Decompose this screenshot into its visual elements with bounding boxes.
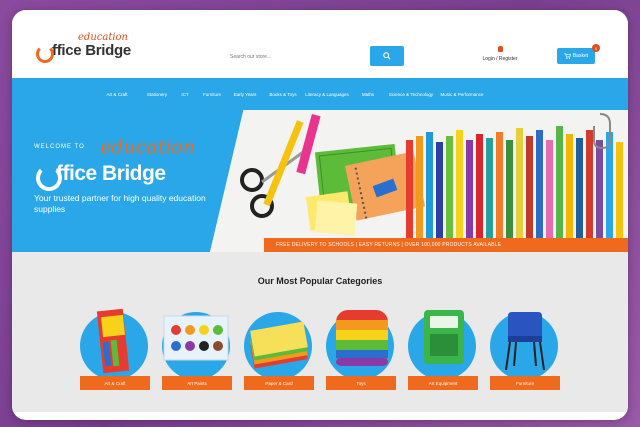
- category-art-paints[interactable]: Art Paints: [162, 300, 234, 390]
- hero-text-panel: WELCOME TO education ffice Bridge Your t…: [12, 110, 222, 252]
- category-art-craft[interactable]: Art & Craft: [80, 300, 152, 390]
- hero-script: education: [100, 136, 195, 158]
- nav-item-science[interactable]: Science & Technology: [386, 92, 436, 97]
- search-icon: [383, 52, 391, 60]
- nav-item-literacy[interactable]: Literacy & Languages: [304, 92, 350, 97]
- site-header: ffice Bridge education Login / Register …: [12, 10, 628, 78]
- popular-categories-section: Our Most Popular Categories Art & Craft …: [12, 252, 628, 412]
- nav-item-art-craft[interactable]: Art & Craft: [94, 92, 140, 97]
- browser-frame: ffice Bridge education Login / Register …: [12, 10, 628, 420]
- hero-benefits-strip: FREE DELIVERY TO SCHOOLS | EASY RETURNS …: [264, 238, 628, 252]
- category-label: Furniture: [490, 376, 560, 390]
- nav-item-music[interactable]: Music & Performance: [436, 92, 488, 97]
- hero-logo-text: ffice Bridge: [56, 162, 166, 185]
- nav-item-early-years[interactable]: Early Years: [228, 92, 262, 97]
- basket-button[interactable]: Basket: [557, 48, 595, 64]
- hero-welcome: WELCOME TO: [34, 144, 85, 150]
- category-furniture[interactable]: Furniture: [490, 300, 562, 390]
- main-nav: Art & Craft Stationery ICT Furniture Ear…: [12, 78, 628, 110]
- site-logo[interactable]: ffice Bridge education: [34, 32, 131, 63]
- watercolour-palette-image: [163, 315, 229, 361]
- nav-item-ict[interactable]: ICT: [174, 92, 196, 97]
- category-label: Art Paints: [162, 376, 232, 390]
- search-input[interactable]: [230, 48, 370, 66]
- search-bar: [230, 48, 388, 66]
- pop-it-toy-image: [336, 310, 388, 366]
- category-art-equipment[interactable]: Art Equipment: [408, 300, 480, 390]
- account-link[interactable]: Login / Register: [470, 46, 530, 62]
- nav-item-stationery[interactable]: Stationery: [140, 92, 174, 97]
- category-label: Art & Craft: [80, 376, 150, 390]
- basket-count-badge: 0: [592, 44, 600, 52]
- hero-logo-mark-icon: [34, 163, 62, 191]
- hero-logo: ffice Bridge: [34, 162, 166, 191]
- category-label: Art Equipment: [408, 376, 478, 390]
- hero-stationery-image: [210, 110, 628, 252]
- nav-item-maths[interactable]: Maths: [350, 92, 386, 97]
- crayons-box-image: [96, 308, 130, 374]
- logo-mark-icon: [34, 43, 54, 63]
- logo-script: education: [78, 32, 128, 43]
- search-button[interactable]: [370, 46, 404, 66]
- stationery-illustration: [210, 110, 628, 252]
- green-kit-image: [424, 310, 464, 364]
- hero-banner[interactable]: WELCOME TO education ffice Bridge Your t…: [12, 110, 628, 252]
- category-toys[interactable]: Toys: [326, 300, 398, 390]
- nav-item-books-toys[interactable]: Books & Toys: [262, 92, 304, 97]
- account-label: Login / Register: [482, 56, 518, 62]
- blue-chair-image: [505, 312, 545, 371]
- category-label: Paper & Card: [244, 376, 314, 390]
- user-icon: [497, 46, 503, 52]
- basket-label: Basket: [572, 53, 589, 59]
- categories-title: Our Most Popular Categories: [257, 276, 383, 286]
- category-paper-card[interactable]: Paper & Card: [244, 300, 316, 390]
- category-label: Toys: [326, 376, 396, 390]
- logo-text: ffice Bridge: [52, 42, 131, 59]
- nav-item-furniture[interactable]: Furniture: [196, 92, 228, 97]
- cart-icon: [564, 53, 571, 59]
- card-stack-image: [250, 321, 308, 369]
- hero-tagline: Your trusted partner for high quality ed…: [34, 193, 206, 214]
